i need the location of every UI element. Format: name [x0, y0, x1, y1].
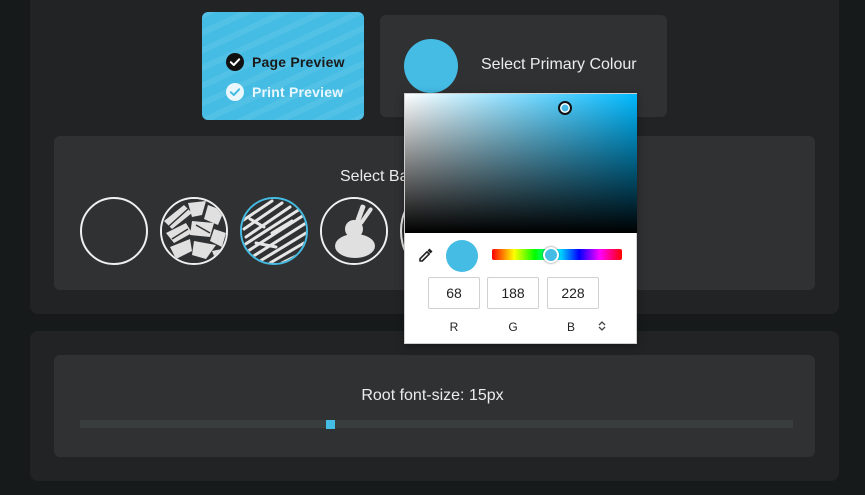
red-label: R — [449, 320, 459, 334]
pattern-option-palette[interactable] — [320, 197, 388, 265]
saturation-area[interactable] — [405, 94, 637, 233]
colour-picker-popup: R G B — [404, 93, 637, 344]
shards-pattern-icon — [162, 199, 226, 263]
font-size-label: Root font-size: 15px — [361, 387, 504, 404]
up-down-arrows-icon[interactable] — [598, 320, 606, 332]
font-size-card — [54, 355, 815, 457]
current-colour-preview — [446, 240, 478, 272]
font-size-slider-thumb[interactable] — [326, 420, 335, 429]
pattern-option-scribble[interactable] — [240, 197, 308, 265]
pattern-option-none[interactable] — [80, 197, 148, 265]
background-pattern-label: Select Ba — [340, 168, 409, 185]
check-circle-icon — [226, 83, 244, 101]
pattern-option-shards[interactable] — [160, 197, 228, 265]
eyedropper-icon[interactable] — [417, 246, 435, 264]
print-preview-option[interactable]: Print Preview — [226, 82, 343, 102]
green-value-input[interactable] — [487, 277, 539, 309]
preview-mode-card[interactable]: Page Preview Print Preview — [202, 12, 364, 120]
scribble-pattern-icon — [242, 199, 306, 263]
font-size-slider-track[interactable] — [80, 420, 793, 428]
blue-label: B — [566, 320, 575, 334]
check-circle-icon — [226, 53, 244, 71]
palette-brushes-icon — [322, 199, 386, 263]
hue-slider-thumb[interactable] — [543, 247, 559, 263]
blue-value-input[interactable] — [547, 277, 599, 309]
print-preview-label: Print Preview — [252, 84, 344, 100]
page-preview-label: Page Preview — [252, 54, 345, 70]
page-preview-option[interactable]: Page Preview — [226, 52, 345, 72]
red-value-input[interactable] — [428, 277, 480, 309]
saturation-cursor[interactable] — [558, 101, 572, 115]
primary-colour-swatch[interactable] — [404, 39, 458, 93]
primary-colour-label: Select Primary Colour — [481, 56, 637, 73]
green-label: G — [508, 320, 518, 334]
